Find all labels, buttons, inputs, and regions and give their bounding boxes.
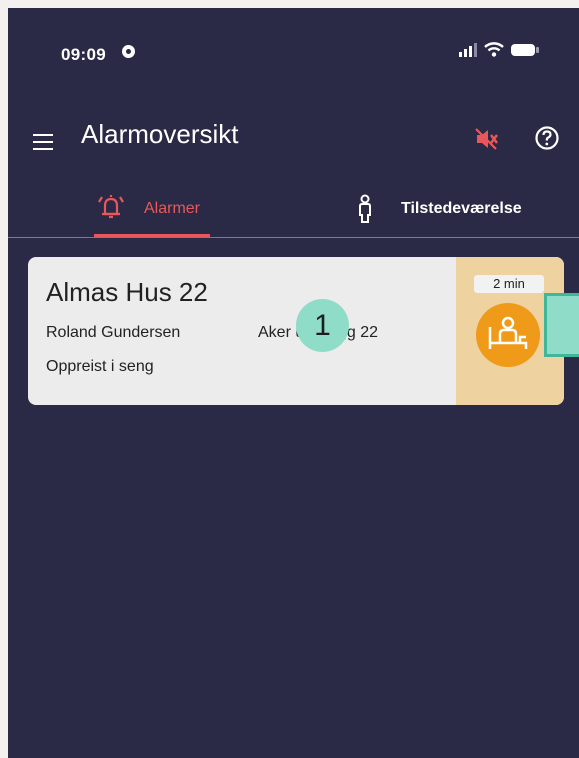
tab-alarms[interactable]: Alarmer xyxy=(94,190,210,238)
person-icon xyxy=(359,194,371,223)
signal-icon xyxy=(459,42,477,57)
event-icon-circle xyxy=(476,303,540,367)
mute-icon[interactable] xyxy=(473,126,499,152)
wifi-icon xyxy=(484,42,504,57)
elapsed-time-badge: 2 min xyxy=(474,275,544,293)
battery-icon xyxy=(511,43,539,56)
swipe-highlight xyxy=(544,293,579,357)
tab-alarms-label: Alarmer xyxy=(144,200,201,217)
tab-presence[interactable]: Tilstedeværelse xyxy=(354,192,554,232)
alarm-person: Roland Gundersen xyxy=(46,324,181,341)
tab-presence-label: Tilstedeværelse xyxy=(401,200,522,217)
alarm-bell-icon xyxy=(98,195,124,219)
menu-icon[interactable] xyxy=(33,134,53,150)
bed-exit-icon xyxy=(488,316,528,349)
tabs-divider xyxy=(8,237,579,238)
alarm-event: Oppreist i seng xyxy=(46,358,154,375)
alarm-title: Almas Hus 22 xyxy=(46,277,208,307)
page-title: Alarmoversikt xyxy=(81,119,239,149)
status-icons xyxy=(459,42,539,57)
step-number-badge: 1 xyxy=(296,299,349,352)
notification-dot-icon xyxy=(122,45,135,58)
status-time: 09:09 xyxy=(61,45,106,64)
phone-screen: 09:09 Alarmoversikt Alarmer Tilstedevære… xyxy=(8,8,579,758)
help-icon[interactable] xyxy=(534,125,560,151)
